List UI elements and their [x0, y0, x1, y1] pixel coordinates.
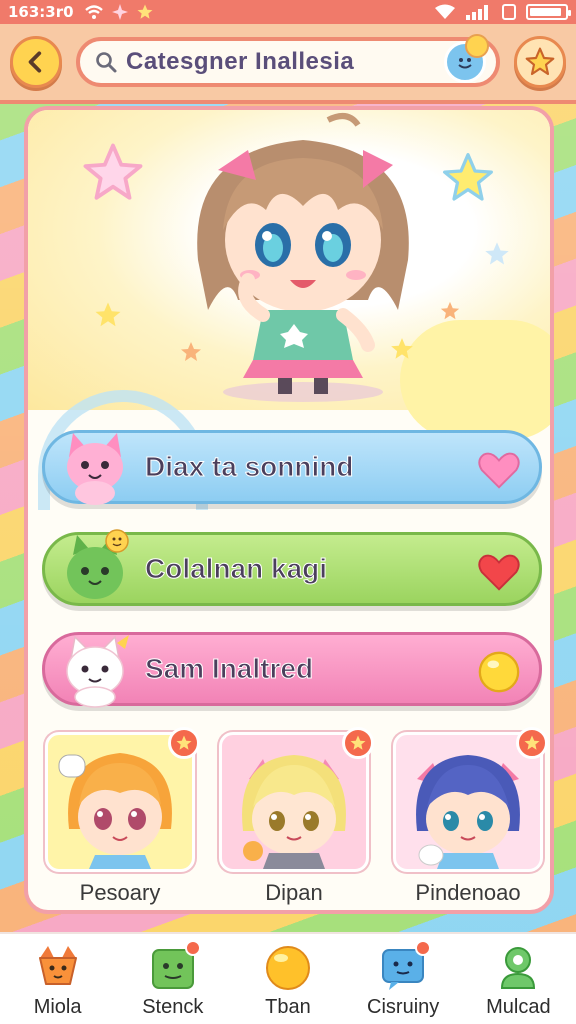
star-icon [524, 735, 540, 750]
pink-cat-icon [67, 433, 123, 505]
character-name: Pesoary [79, 880, 161, 905]
heart-icon [478, 452, 520, 489]
nav-item-cisruiny[interactable]: Cisruiny [348, 940, 458, 1019]
orb-icon [478, 651, 520, 693]
star-icon [176, 735, 192, 750]
new-star-badge [342, 727, 374, 759]
option-button-3[interactable]: Sam Inaltred [42, 632, 542, 708]
character-card-2[interactable]: Dipan [218, 727, 374, 910]
chibi-character-illustration [197, 113, 409, 402]
notification-icon [502, 4, 516, 20]
hero-area [28, 110, 550, 510]
star-decoration-icon [443, 153, 493, 201]
bottom-navigation: Miola Stenck Tban Cisruiny Mulcad [0, 932, 576, 1024]
cell-signal-icon [466, 5, 488, 20]
main-card: Diax ta sonnind Colalnan kagi Sam Inaltr… [24, 106, 554, 914]
star-icon [350, 735, 366, 750]
chevron-left-icon [28, 51, 42, 73]
white-cat-icon [66, 635, 129, 708]
notification-dot [184, 940, 201, 956]
sparkle-icon [111, 4, 128, 20]
blue-hair-character-icon [416, 755, 520, 869]
option-label: Colalnan kagi [144, 553, 328, 585]
header: Catesgner Inallesia [0, 24, 576, 104]
blonde-hair-character-icon [242, 755, 346, 869]
back-button[interactable] [10, 36, 62, 88]
star-decoration-icon [83, 143, 143, 200]
character-selection-row: Pesoary Dipan Pindenoao [44, 727, 548, 910]
search-input[interactable]: Catesgner Inallesia [126, 48, 354, 76]
nav-label: Stenck [142, 996, 204, 1018]
orange-hair-character-icon [58, 753, 172, 869]
orb-icon [265, 946, 310, 990]
profile-icon [501, 947, 536, 989]
option-button-2[interactable]: Colalnan kagi [42, 529, 542, 606]
character-card-1[interactable]: Pesoary [44, 727, 200, 910]
wifi-signal-icon [435, 4, 455, 19]
nav-item-stenck[interactable]: Stenck [118, 940, 228, 1019]
character-portrait [219, 727, 374, 872]
character-portrait [45, 727, 200, 872]
notification-dot [415, 940, 432, 956]
mascot-button[interactable] [444, 34, 489, 83]
nav-item-tban[interactable]: Tban [233, 944, 343, 1019]
sticker-icon-wrap [149, 940, 201, 992]
star-decoration-icon [440, 301, 460, 320]
favorite-button[interactable] [514, 36, 566, 88]
search-bar[interactable]: Catesgner Inallesia [76, 34, 500, 87]
new-star-badge [516, 727, 548, 759]
new-star-badge [168, 727, 200, 759]
search-icon [96, 52, 117, 73]
option-label: Diax ta sonnind [144, 451, 354, 483]
star-decoration-icon [485, 242, 509, 265]
nav-label: Tban [265, 996, 311, 1018]
status-bar: 163:3r0 [0, 0, 576, 24]
nav-item-miola[interactable]: Miola [3, 944, 113, 1019]
battery-icon [526, 4, 571, 20]
star-icon [525, 47, 555, 76]
nav-label: Miola [33, 996, 82, 1018]
wifi-icon [84, 5, 103, 19]
option-label: Sam Inaltred [144, 653, 314, 685]
status-time: 163:3r0 [8, 3, 74, 21]
chat-icon-wrap [379, 940, 432, 992]
mini-smiley-icon [465, 34, 489, 58]
star-status-icon [137, 4, 153, 19]
character-portrait [393, 727, 548, 872]
character-name: Dipan [265, 880, 323, 905]
heart-icon [478, 554, 520, 591]
green-creature-icon [67, 529, 129, 599]
option-button-1[interactable]: Diax ta sonnind [42, 430, 542, 505]
nav-item-mulcad[interactable]: Mulcad [463, 944, 573, 1019]
nav-label: Cisruiny [367, 996, 440, 1018]
fox-face-icon [38, 946, 77, 985]
character-card-3[interactable]: Pindenoao [392, 727, 548, 910]
character-name: Pindenoao [415, 880, 521, 905]
nav-label: Mulcad [486, 996, 551, 1018]
star-decoration-icon [95, 302, 121, 327]
